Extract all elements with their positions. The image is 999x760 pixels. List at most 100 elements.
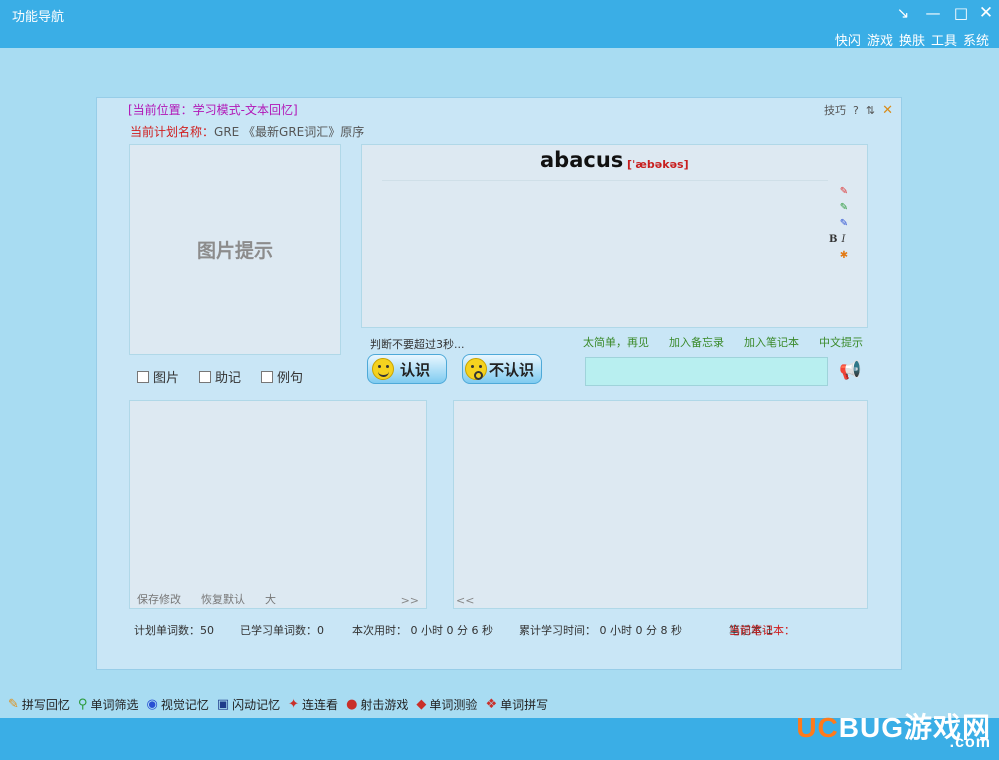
menu-item-flash[interactable]: 快闪 (835, 30, 861, 49)
ucbug-watermark: UCBUG游戏网 .com (796, 706, 991, 751)
image-hint-box: 图片提示 (129, 144, 341, 355)
watermark-brand-a: UC (796, 712, 839, 743)
menu-item-tools[interactable]: 工具 (931, 30, 957, 49)
menu-item-system[interactable]: 系统 (963, 30, 989, 49)
pencil-icon: ✎ (8, 696, 19, 712)
watermark-domain: .com (949, 734, 991, 751)
mode-match-game[interactable]: ✦ 连连看 (288, 690, 338, 718)
checkbox-label: 助记 (215, 371, 242, 386)
maximize-button[interactable]: □ (950, 2, 972, 24)
mnemonic-footer: 保存修改 恢复默认 大 (137, 591, 276, 607)
next-arrow[interactable]: >> (401, 594, 419, 607)
puzzle-icon: ✦ (288, 696, 300, 712)
mode-visual-memory[interactable]: ◉ 视觉记忆 (146, 690, 208, 718)
mnemonic-area[interactable]: 保存修改 恢复默认 大 >> (129, 400, 427, 609)
plan-label: 当前计划名称： (130, 125, 215, 139)
close-button[interactable]: ✕ (975, 2, 997, 24)
checkbox-box[interactable] (261, 370, 274, 383)
current-location: [当前位置：学习模式-文本回忆] (128, 103, 298, 117)
italic-button[interactable]: I (841, 233, 845, 246)
quiz-icon: ◆ (416, 696, 427, 712)
mode-label: 单词拼写 (500, 697, 549, 712)
checkbox-box[interactable] (137, 370, 149, 383)
notebook-label: 当前笔记本： (729, 624, 795, 637)
spell-icon: ❖ (485, 696, 498, 712)
unknown-label: 不认识 (489, 360, 535, 379)
current-notebook: 当前笔记本： 笔记本-1 (729, 622, 795, 638)
green-pen-icon[interactable]: ✎ (836, 201, 852, 214)
checkbox-image[interactable]: 图片 (137, 367, 179, 386)
speaker-icon[interactable]: 📢 (839, 360, 863, 382)
learned-word-count: 已学习单词数：0 (240, 624, 324, 637)
mode-flash-memory[interactable]: ▣ 闪动记忆 (217, 690, 280, 718)
mode-label: 闪动记忆 (232, 697, 281, 712)
panel-tools: 技巧 ? ⇅ ✕ (824, 102, 893, 118)
window-title: 功能导航 (12, 10, 65, 25)
word-actions: 太简单，再见 加入备忘录 加入笔记本 中文提示 (583, 334, 863, 350)
help-icon[interactable]: ? (853, 104, 859, 117)
add-notebook-link[interactable]: 加入笔记本 (744, 334, 799, 350)
minimize-button[interactable]: — (922, 2, 944, 24)
monitor-icon: ▣ (216, 696, 230, 712)
mode-word-spelling[interactable]: ❖ 单词拼写 (485, 690, 548, 718)
hint-options: 图片 助记 例句 (137, 367, 303, 386)
mode-label: 射击游戏 (360, 697, 409, 712)
prev-arrow[interactable]: << (456, 594, 474, 607)
editor-tools: ✎ ✎ ✎ B I ✱ (829, 185, 859, 262)
session-time: 本次用时： 0 小时 0 分 6 秒 (352, 624, 493, 637)
save-button[interactable]: 保存修改 (137, 591, 181, 607)
plan-value: GRE 《最新GRE词汇》原序 (214, 125, 365, 139)
confused-face-icon (465, 358, 487, 380)
image-hint-label: 图片提示 (196, 240, 273, 262)
mode-spell-recall[interactable]: ✎ 拼写回忆 (8, 690, 70, 718)
judge-hint: 判断不要超过3秒... (370, 338, 465, 351)
total-time: 累计学习时间： 0 小时 0 分 8 秒 (519, 624, 682, 637)
restore-button[interactable]: 恢复默认 (201, 591, 245, 607)
menu-item-skin[interactable]: 换肤 (899, 30, 925, 49)
font-size-button[interactable]: 大 (265, 591, 276, 607)
add-memo-link[interactable]: 加入备忘录 (669, 334, 724, 350)
target-icon: ● (346, 696, 358, 712)
plan-word-count: 计划单词数：50 (134, 624, 214, 637)
top-menu: 快闪 游戏 换肤 工具 系统 (835, 30, 989, 49)
unknown-button[interactable]: 不认识 (462, 354, 542, 384)
word-text: abacus (540, 148, 624, 172)
lock-icon[interactable]: ⇅ (866, 104, 875, 117)
blue-pen-icon[interactable]: ✎ (836, 217, 852, 230)
mode-shooting-game[interactable]: ● 射击游戏 (346, 690, 408, 718)
word-divider (382, 180, 828, 181)
bold-button[interactable]: B (829, 233, 837, 246)
smiley-icon (372, 358, 394, 380)
chinese-hint-link[interactable]: 中文提示 (819, 334, 863, 350)
resize-icon[interactable]: ↘ (892, 2, 914, 24)
panel-close-icon[interactable]: ✕ (882, 103, 893, 118)
title-bar: 功能导航 ↘ — □ ✕ 快闪 游戏 换肤 工具 系统 (0, 0, 999, 49)
checkbox-mnemonic[interactable]: 助记 (199, 367, 241, 386)
checkbox-box[interactable] (199, 370, 212, 383)
pin-icon[interactable]: ✱ (836, 249, 852, 262)
mode-label: 连连看 (302, 697, 339, 712)
mode-label: 单词测验 (429, 697, 478, 712)
answer-input[interactable] (585, 357, 828, 386)
mode-word-quiz[interactable]: ◆ 单词测验 (416, 690, 477, 718)
current-plan: 当前计划名称：GRE 《最新GRE词汇》原序 (130, 123, 364, 140)
red-pen-icon[interactable]: ✎ (836, 185, 852, 198)
word-display: abacus [ˈæbəkəs] ✎ ✎ ✎ B I ✱ (361, 144, 868, 328)
mode-word-filter[interactable]: ⚲ 单词筛选 (78, 690, 139, 718)
menu-item-games[interactable]: 游戏 (867, 30, 893, 49)
tips-link[interactable]: 技巧 (824, 102, 846, 118)
checkbox-label: 图片 (153, 371, 180, 386)
eye-icon: ◉ (146, 696, 158, 712)
word-phonetic: [ˈæbəkəs] (627, 158, 689, 171)
format-tools: B I (829, 233, 859, 246)
study-panel: [当前位置：学习模式-文本回忆] 当前计划名称：GRE 《最新GRE词汇》原序 … (96, 97, 902, 670)
mode-label: 视觉记忆 (160, 697, 209, 712)
mode-label: 单词筛选 (90, 697, 139, 712)
too-easy-link[interactable]: 太简单，再见 (583, 334, 649, 350)
checkbox-example[interactable]: 例句 (261, 367, 303, 386)
mode-label: 拼写回忆 (21, 697, 70, 712)
know-label: 认识 (400, 360, 431, 379)
checkbox-label: 例句 (277, 371, 304, 386)
example-area[interactable]: << (453, 400, 868, 609)
know-button[interactable]: 认识 (367, 354, 447, 384)
